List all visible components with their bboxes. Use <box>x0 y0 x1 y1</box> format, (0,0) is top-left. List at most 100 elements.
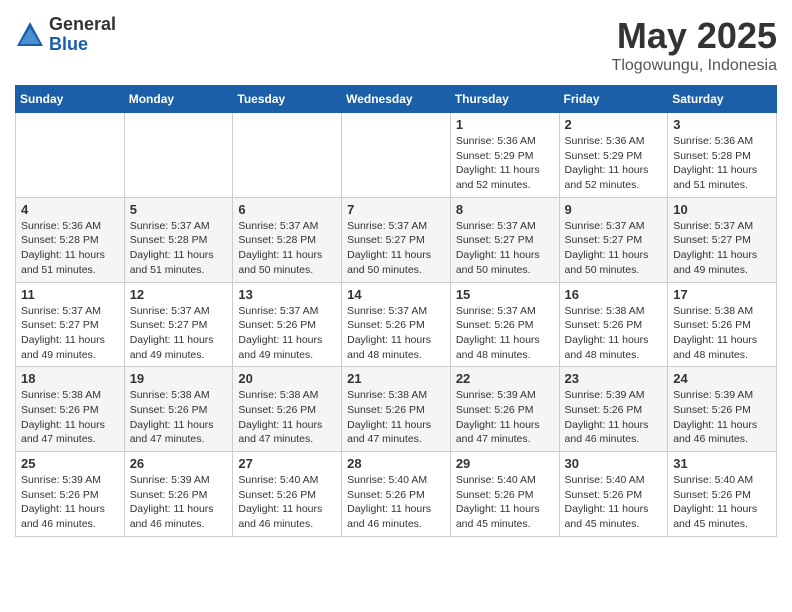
calendar-day-cell: 12 Sunrise: 5:37 AM Sunset: 5:27 PM Dayli… <box>124 282 233 367</box>
day-info: Sunrise: 5:37 AM Sunset: 5:28 PM Dayligh… <box>238 219 336 278</box>
day-info: Sunrise: 5:40 AM Sunset: 5:26 PM Dayligh… <box>456 473 554 532</box>
calendar-day-cell: 15 Sunrise: 5:37 AM Sunset: 5:26 PM Dayli… <box>450 282 559 367</box>
day-number: 2 <box>565 117 663 132</box>
day-number: 11 <box>21 287 119 302</box>
calendar-header-row: SundayMondayTuesdayWednesdayThursdayFrid… <box>16 86 777 113</box>
calendar-day-header: Tuesday <box>233 86 342 113</box>
page-header: General Blue May 2025 Tlogowungu, Indone… <box>15 15 777 75</box>
calendar-day-header: Monday <box>124 86 233 113</box>
calendar-day-cell: 17Sunrise: 5:38 AM Sunset: 5:26 PM Dayli… <box>668 282 777 367</box>
day-info: Sunrise: 5:39 AM Sunset: 5:26 PM Dayligh… <box>673 388 771 447</box>
day-info: Sunrise: 5:40 AM Sunset: 5:26 PM Dayligh… <box>673 473 771 532</box>
calendar-week-row: 25 Sunrise: 5:39 AM Sunset: 5:26 PM Dayli… <box>16 452 777 537</box>
day-number: 7 <box>347 202 445 217</box>
calendar-week-row: 18 Sunrise: 5:38 AM Sunset: 5:26 PM Dayli… <box>16 367 777 452</box>
day-number: 5 <box>130 202 228 217</box>
day-info: Sunrise: 5:37 AM Sunset: 5:27 PM Dayligh… <box>130 304 228 363</box>
calendar-table: SundayMondayTuesdayWednesdayThursdayFrid… <box>15 85 777 537</box>
day-info: Sunrise: 5:36 AM Sunset: 5:29 PM Dayligh… <box>456 134 554 193</box>
day-info: Sunrise: 5:40 AM Sunset: 5:26 PM Dayligh… <box>565 473 663 532</box>
calendar-day-cell: 14 Sunrise: 5:37 AM Sunset: 5:26 PM Dayli… <box>342 282 451 367</box>
day-number: 18 <box>21 371 119 386</box>
calendar-day-header: Sunday <box>16 86 125 113</box>
day-number: 21 <box>347 371 445 386</box>
day-info: Sunrise: 5:37 AM Sunset: 5:27 PM Dayligh… <box>21 304 119 363</box>
day-info: Sunrise: 5:40 AM Sunset: 5:26 PM Dayligh… <box>347 473 445 532</box>
day-info: Sunrise: 5:36 AM Sunset: 5:28 PM Dayligh… <box>673 134 771 193</box>
calendar-day-cell: 19Sunrise: 5:38 AM Sunset: 5:26 PM Dayli… <box>124 367 233 452</box>
calendar-day-cell: 7 Sunrise: 5:37 AM Sunset: 5:27 PM Daylig… <box>342 197 451 282</box>
calendar-day-cell: 31Sunrise: 5:40 AM Sunset: 5:26 PM Dayli… <box>668 452 777 537</box>
calendar-week-row: 1 Sunrise: 5:36 AM Sunset: 5:29 PM Daylig… <box>16 113 777 198</box>
calendar-day-cell: 1 Sunrise: 5:36 AM Sunset: 5:29 PM Daylig… <box>450 113 559 198</box>
day-number: 14 <box>347 287 445 302</box>
day-info: Sunrise: 5:38 AM Sunset: 5:26 PM Dayligh… <box>565 304 663 363</box>
day-number: 1 <box>456 117 554 132</box>
calendar-day-cell: 29Sunrise: 5:40 AM Sunset: 5:26 PM Dayli… <box>450 452 559 537</box>
calendar-day-cell <box>342 113 451 198</box>
day-number: 15 <box>456 287 554 302</box>
day-info: Sunrise: 5:39 AM Sunset: 5:26 PM Dayligh… <box>456 388 554 447</box>
logo: General Blue <box>15 15 116 55</box>
day-number: 30 <box>565 456 663 471</box>
day-number: 16 <box>565 287 663 302</box>
day-number: 9 <box>565 202 663 217</box>
calendar-day-cell: 6Sunrise: 5:37 AM Sunset: 5:28 PM Daylig… <box>233 197 342 282</box>
day-number: 13 <box>238 287 336 302</box>
calendar-day-cell: 27Sunrise: 5:40 AM Sunset: 5:26 PM Dayli… <box>233 452 342 537</box>
day-number: 27 <box>238 456 336 471</box>
day-info: Sunrise: 5:39 AM Sunset: 5:26 PM Dayligh… <box>130 473 228 532</box>
day-info: Sunrise: 5:38 AM Sunset: 5:26 PM Dayligh… <box>21 388 119 447</box>
day-number: 22 <box>456 371 554 386</box>
day-number: 3 <box>673 117 771 132</box>
day-info: Sunrise: 5:37 AM Sunset: 5:27 PM Dayligh… <box>565 219 663 278</box>
calendar-day-cell: 18 Sunrise: 5:38 AM Sunset: 5:26 PM Dayli… <box>16 367 125 452</box>
calendar-day-cell: 26 Sunrise: 5:39 AM Sunset: 5:26 PM Dayli… <box>124 452 233 537</box>
logo-blue-text: Blue <box>49 35 116 55</box>
day-number: 12 <box>130 287 228 302</box>
day-number: 23 <box>565 371 663 386</box>
calendar-day-cell: 20 Sunrise: 5:38 AM Sunset: 5:26 PM Dayli… <box>233 367 342 452</box>
day-number: 17 <box>673 287 771 302</box>
calendar-day-cell: 16 Sunrise: 5:38 AM Sunset: 5:26 PM Dayli… <box>559 282 668 367</box>
day-number: 4 <box>21 202 119 217</box>
day-number: 25 <box>21 456 119 471</box>
calendar-day-cell: 3 Sunrise: 5:36 AM Sunset: 5:28 PM Daylig… <box>668 113 777 198</box>
calendar-day-cell: 22 Sunrise: 5:39 AM Sunset: 5:26 PM Dayli… <box>450 367 559 452</box>
calendar-day-cell <box>233 113 342 198</box>
calendar-day-header: Wednesday <box>342 86 451 113</box>
calendar-day-cell: 25 Sunrise: 5:39 AM Sunset: 5:26 PM Dayli… <box>16 452 125 537</box>
day-info: Sunrise: 5:39 AM Sunset: 5:26 PM Dayligh… <box>21 473 119 532</box>
day-number: 24 <box>673 371 771 386</box>
calendar-day-cell: 11 Sunrise: 5:37 AM Sunset: 5:27 PM Dayli… <box>16 282 125 367</box>
day-info: Sunrise: 5:37 AM Sunset: 5:27 PM Dayligh… <box>673 219 771 278</box>
calendar-day-header: Thursday <box>450 86 559 113</box>
calendar-day-cell: 2 Sunrise: 5:36 AM Sunset: 5:29 PM Daylig… <box>559 113 668 198</box>
calendar-day-cell: 4 Sunrise: 5:36 AM Sunset: 5:28 PM Daylig… <box>16 197 125 282</box>
day-number: 28 <box>347 456 445 471</box>
month-year-title: May 2025 <box>612 15 777 57</box>
day-info: Sunrise: 5:36 AM Sunset: 5:29 PM Dayligh… <box>565 134 663 193</box>
day-info: Sunrise: 5:38 AM Sunset: 5:26 PM Dayligh… <box>238 388 336 447</box>
day-info: Sunrise: 5:37 AM Sunset: 5:26 PM Dayligh… <box>456 304 554 363</box>
calendar-day-cell: 13 Sunrise: 5:37 AM Sunset: 5:26 PM Dayli… <box>233 282 342 367</box>
calendar-day-cell: 23Sunrise: 5:39 AM Sunset: 5:26 PM Dayli… <box>559 367 668 452</box>
calendar-day-cell: 5Sunrise: 5:37 AM Sunset: 5:28 PM Daylig… <box>124 197 233 282</box>
calendar-day-header: Friday <box>559 86 668 113</box>
calendar-day-header: Saturday <box>668 86 777 113</box>
calendar-day-cell <box>124 113 233 198</box>
logo-icon <box>15 20 45 50</box>
day-info: Sunrise: 5:36 AM Sunset: 5:28 PM Dayligh… <box>21 219 119 278</box>
calendar-day-cell: 9 Sunrise: 5:37 AM Sunset: 5:27 PM Daylig… <box>559 197 668 282</box>
day-info: Sunrise: 5:37 AM Sunset: 5:26 PM Dayligh… <box>347 304 445 363</box>
day-info: Sunrise: 5:37 AM Sunset: 5:26 PM Dayligh… <box>238 304 336 363</box>
calendar-day-cell: 8Sunrise: 5:37 AM Sunset: 5:27 PM Daylig… <box>450 197 559 282</box>
day-info: Sunrise: 5:37 AM Sunset: 5:27 PM Dayligh… <box>347 219 445 278</box>
day-number: 8 <box>456 202 554 217</box>
day-info: Sunrise: 5:38 AM Sunset: 5:26 PM Dayligh… <box>130 388 228 447</box>
day-number: 26 <box>130 456 228 471</box>
logo-general-text: General <box>49 15 116 35</box>
calendar-body: 1 Sunrise: 5:36 AM Sunset: 5:29 PM Daylig… <box>16 113 777 537</box>
day-number: 20 <box>238 371 336 386</box>
day-number: 10 <box>673 202 771 217</box>
